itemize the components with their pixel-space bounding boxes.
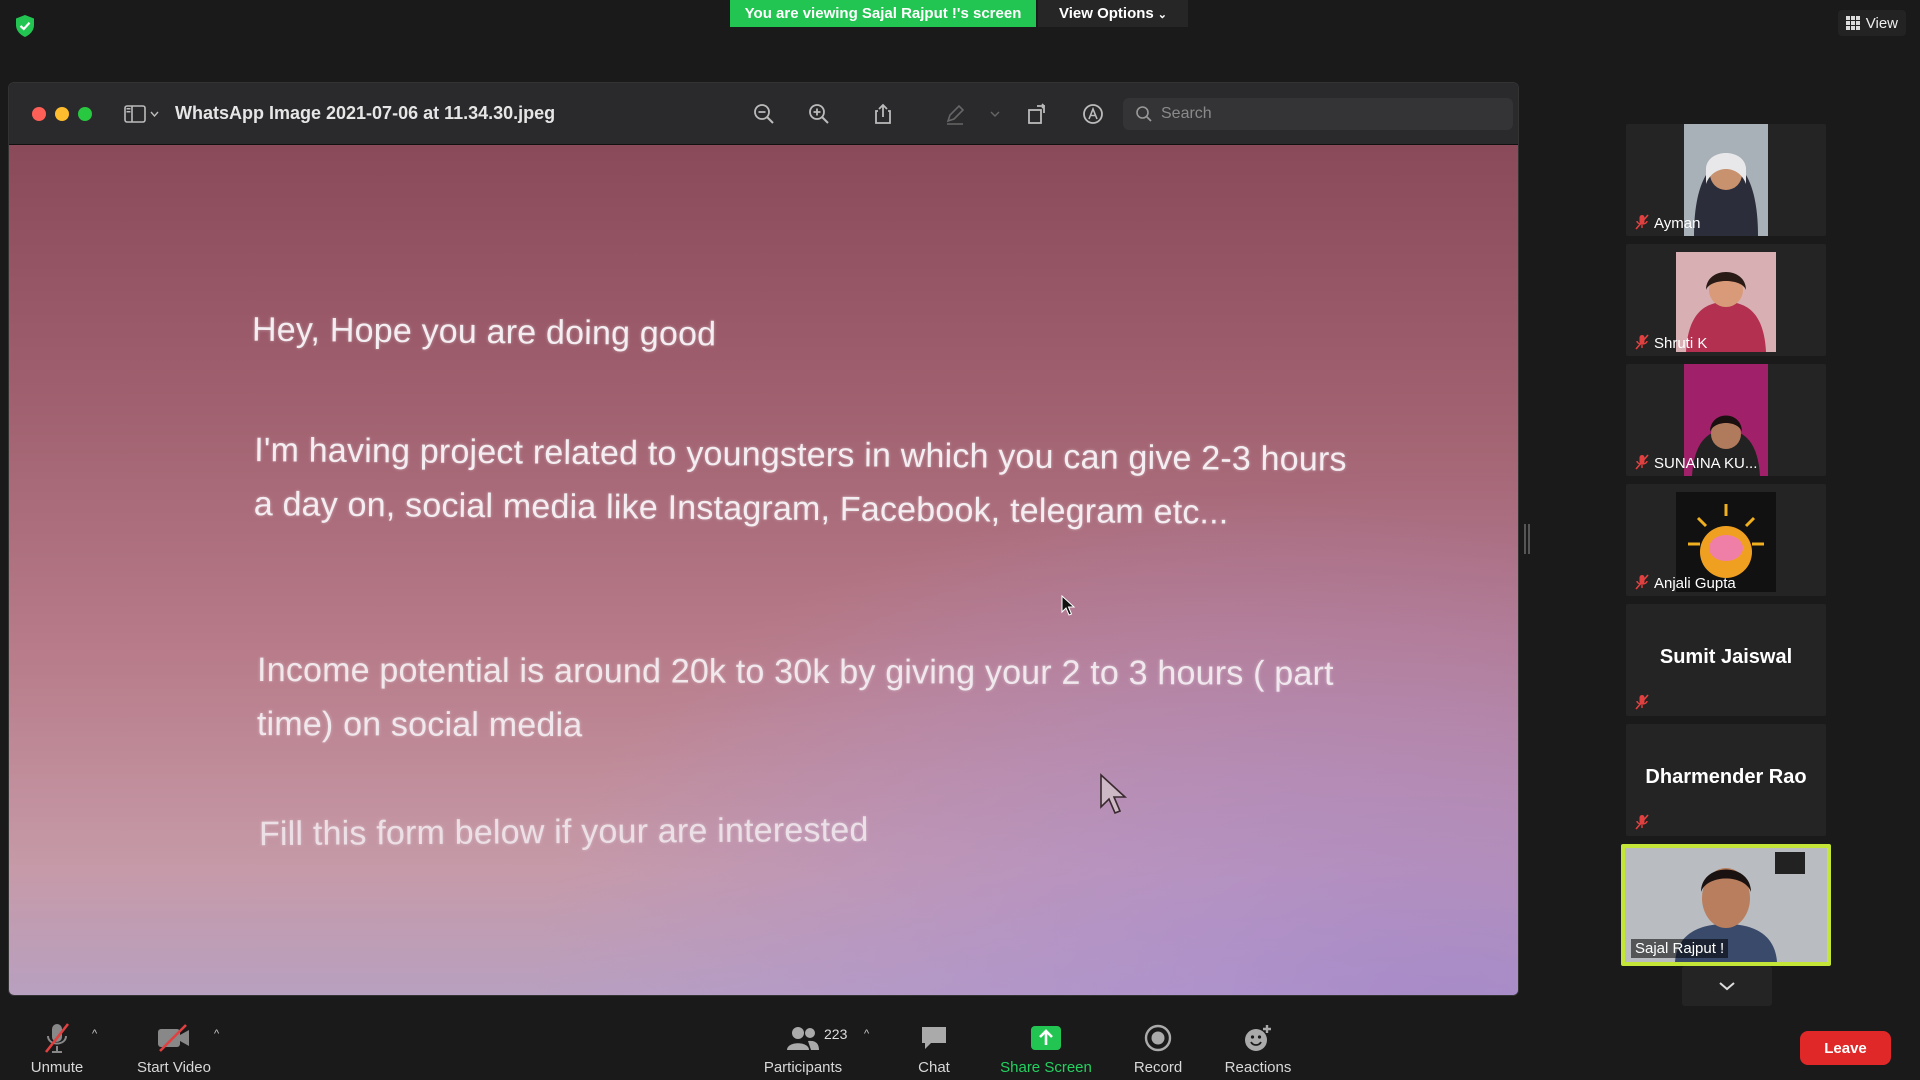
mic-muted-icon bbox=[1635, 694, 1649, 710]
view-options-button[interactable]: View Options ⌄ bbox=[1038, 0, 1188, 27]
participant-tile[interactable]: Ayman bbox=[1626, 124, 1826, 236]
participant-name: Anjali Gupta bbox=[1654, 575, 1736, 592]
message-line-project: I'm having project related to youngsters… bbox=[253, 431, 1347, 532]
record-button[interactable]: Record bbox=[1132, 1022, 1184, 1076]
participant-name: Shruti K bbox=[1654, 335, 1708, 352]
participant-tile[interactable]: Shruti K bbox=[1626, 244, 1826, 356]
reactions-label: Reactions bbox=[1224, 1059, 1292, 1076]
zoom-out-icon[interactable] bbox=[752, 102, 776, 126]
mic-muted-icon bbox=[44, 1023, 70, 1053]
mic-muted-icon bbox=[1635, 574, 1649, 590]
chevron-down-icon bbox=[1719, 982, 1735, 991]
grid-icon bbox=[1845, 16, 1860, 30]
search-field[interactable] bbox=[1123, 98, 1513, 130]
start-video-label: Start Video bbox=[137, 1059, 211, 1076]
video-options-caret[interactable]: ^ bbox=[214, 1028, 219, 1040]
file-title: WhatsApp Image 2021-07-06 at 11.34.30.jp… bbox=[175, 103, 556, 123]
mic-muted-icon bbox=[1635, 814, 1649, 830]
active-speaker-tile[interactable]: Sajal Rajput ! bbox=[1621, 844, 1831, 966]
zoom-window-button[interactable] bbox=[78, 106, 92, 121]
leave-button[interactable]: Leave bbox=[1800, 1031, 1891, 1065]
panel-resize-handle[interactable] bbox=[1524, 524, 1530, 554]
share-icon[interactable] bbox=[871, 102, 895, 126]
markup-pen-icon[interactable] bbox=[943, 102, 967, 126]
message-line-form: Fill this form below if your are interes… bbox=[258, 810, 869, 854]
start-video-button[interactable]: Start Video bbox=[134, 1022, 214, 1076]
mouse-cursor-icon bbox=[1100, 773, 1128, 815]
participant-name: Ayman bbox=[1654, 215, 1701, 232]
rotate-icon[interactable] bbox=[1025, 102, 1049, 126]
participant-tile[interactable]: SUNAINA KU... bbox=[1626, 364, 1826, 476]
chevron-down-icon: ⌄ bbox=[1157, 9, 1167, 21]
participant-tile[interactable]: Sumit Jaiswal bbox=[1626, 604, 1826, 716]
shared-screen: WhatsApp Image 2021-07-06 at 11.34.30.jp… bbox=[8, 82, 1519, 996]
audio-options-caret[interactable]: ^ bbox=[92, 1028, 97, 1040]
video-off-icon bbox=[158, 1024, 189, 1052]
participant-name: Dharmender Rao bbox=[1645, 766, 1807, 788]
zoom-in-icon[interactable] bbox=[807, 102, 831, 126]
markup-icon[interactable] bbox=[1081, 102, 1105, 126]
participant-name: SUNAINA KU... bbox=[1654, 455, 1758, 472]
participant-name: Sajal Rajput ! bbox=[1631, 939, 1729, 958]
search-input[interactable] bbox=[1161, 105, 1491, 123]
reactions-button[interactable]: Reactions bbox=[1224, 1022, 1292, 1076]
search-icon bbox=[1136, 106, 1152, 122]
gallery-next-button[interactable] bbox=[1682, 966, 1772, 1006]
close-window-button[interactable] bbox=[32, 106, 46, 121]
participants-options-caret[interactable]: ^ bbox=[864, 1028, 869, 1040]
mic-muted-icon bbox=[1635, 454, 1649, 470]
reactions-icon bbox=[1245, 1025, 1271, 1051]
chat-button[interactable]: Chat bbox=[914, 1022, 954, 1076]
participant-name: Sumit Jaiswal bbox=[1659, 646, 1793, 668]
view-label: View bbox=[1865, 14, 1898, 32]
participant-tile[interactable]: Dharmender Rao bbox=[1626, 724, 1826, 836]
mic-muted-icon bbox=[1635, 334, 1649, 350]
participants-label: Participants bbox=[763, 1059, 843, 1076]
mic-muted-icon bbox=[1635, 214, 1649, 230]
security-shield-icon[interactable] bbox=[14, 14, 36, 38]
window-controls bbox=[32, 106, 92, 121]
chevron-down-icon[interactable] bbox=[989, 102, 1001, 126]
unmute-label: Unmute bbox=[30, 1059, 84, 1076]
participants-count: 223 bbox=[824, 1026, 848, 1042]
minimize-window-button[interactable] bbox=[55, 106, 69, 121]
participants-icon bbox=[787, 1027, 819, 1050]
share-screen-label: Share Screen bbox=[1000, 1059, 1092, 1076]
record-icon bbox=[1144, 1024, 1172, 1052]
message-line-income: Income potential is around 20k to 30k by… bbox=[256, 651, 1334, 745]
view-button[interactable]: View bbox=[1837, 10, 1906, 36]
mouse-cursor-icon bbox=[1061, 595, 1076, 616]
share-screen-icon bbox=[1031, 1026, 1061, 1050]
sidebar-icon bbox=[124, 104, 146, 123]
participant-gallery: Ayman Shruti K SUNAINA KU... Anjali Gupt… bbox=[1621, 124, 1831, 974]
record-label: Record bbox=[1133, 1059, 1183, 1076]
participant-tile[interactable]: Anjali Gupta bbox=[1626, 484, 1826, 596]
preview-titlebar: WhatsApp Image 2021-07-06 at 11.34.30.jp… bbox=[9, 83, 1518, 145]
viewing-screen-banner: You are viewing Sajal Rajput !'s screen bbox=[730, 0, 1036, 27]
chevron-down-icon bbox=[150, 111, 159, 117]
unmute-button[interactable]: Unmute bbox=[28, 1022, 86, 1076]
view-options-label: View Options bbox=[1059, 5, 1154, 22]
share-screen-button[interactable]: Share Screen bbox=[1000, 1022, 1092, 1076]
chat-icon bbox=[922, 1027, 946, 1049]
chat-label: Chat bbox=[918, 1059, 950, 1076]
shared-image: Hey, Hope you are doing good I'm having … bbox=[9, 145, 1518, 995]
meeting-toolbar: Unmute ^ Start Video ^ Participants 223 … bbox=[0, 1014, 1920, 1080]
message-line-greeting: Hey, Hope you are doing good bbox=[251, 310, 717, 354]
sidebar-toggle-button[interactable] bbox=[124, 104, 159, 123]
